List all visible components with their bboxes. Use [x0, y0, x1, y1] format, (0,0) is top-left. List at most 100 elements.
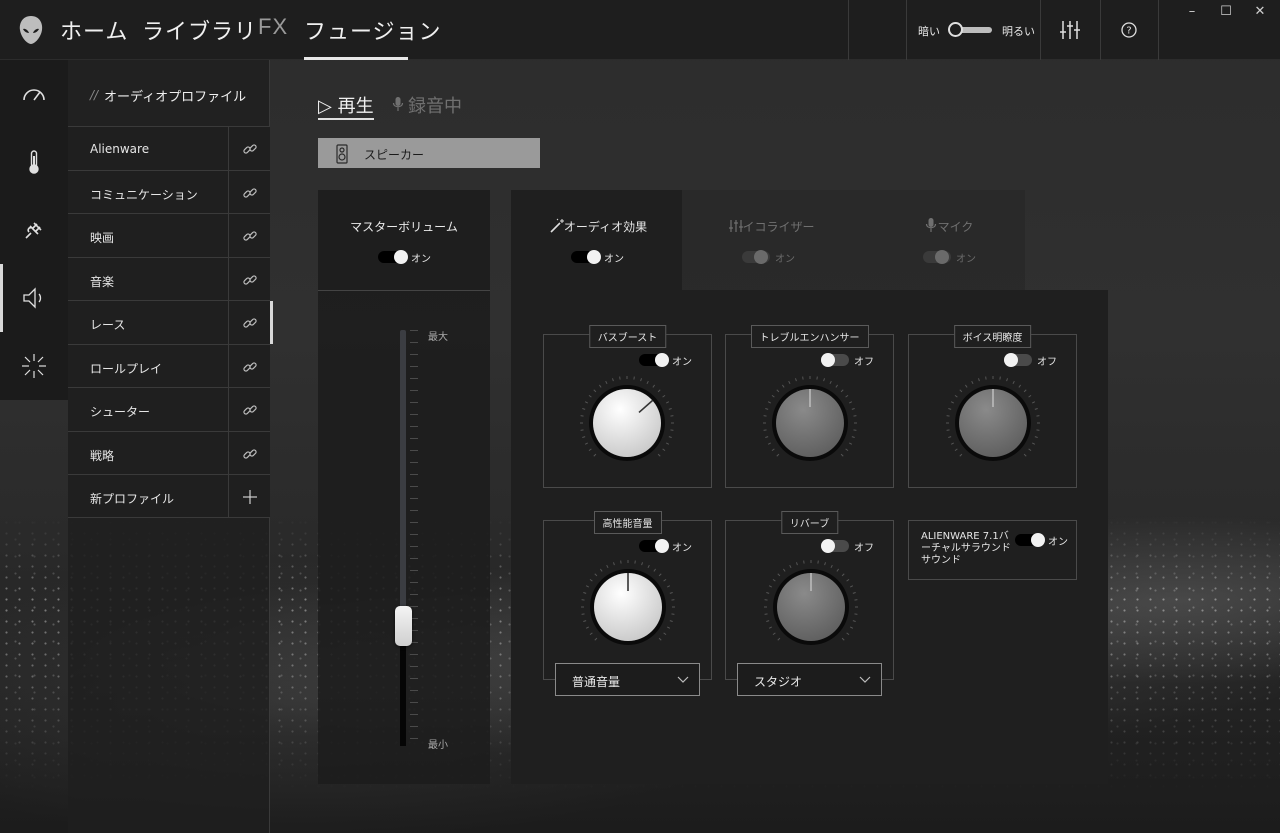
knob-tick	[669, 592, 673, 594]
equalizer-toggle[interactable]: オン	[742, 250, 802, 265]
knob-tick	[829, 380, 832, 385]
divider	[1100, 0, 1101, 60]
rail-thermal[interactable]	[0, 128, 68, 196]
close-button[interactable]: ✕	[1248, 4, 1272, 22]
treble-enhancer-toggle[interactable]: オフ	[821, 353, 881, 368]
knob-tick	[788, 380, 791, 385]
theme-toggle[interactable]	[948, 22, 992, 38]
knob-tick	[852, 620, 856, 622]
voice-clarity-knob[interactable]	[943, 373, 1043, 473]
tab-recording[interactable]: 録音中	[408, 92, 462, 118]
toggle-label: オン	[604, 254, 624, 265]
rail-power[interactable]	[0, 196, 68, 264]
rail-audio[interactable]	[0, 264, 68, 332]
knob-tick	[766, 620, 770, 622]
microphone-icon	[392, 97, 404, 111]
profile-item-new[interactable]: 新プロファイル	[68, 474, 270, 518]
profile-label: 新プロファイル	[90, 492, 175, 506]
knob-tick	[767, 442, 772, 445]
profile-list: Alienware コミュニケーション 映画 音楽 レース ロールプレイ シュー…	[68, 126, 273, 518]
link-icon	[243, 274, 257, 285]
nav-active-indicator	[304, 57, 408, 60]
knob-tick	[647, 564, 650, 569]
bass-boost-toggle[interactable]: オン	[639, 353, 699, 368]
rail-lighting[interactable]	[0, 332, 68, 400]
knob-tick	[772, 578, 776, 582]
minimize-button[interactable]: –	[1180, 4, 1204, 22]
nav-fusion[interactable]: フュージョン	[304, 14, 442, 46]
knob-tick	[777, 573, 781, 577]
mic-toggle[interactable]: オン	[923, 250, 983, 265]
knob-tick	[777, 637, 781, 641]
knob-tick	[657, 453, 661, 457]
effects-tab-strip: オーディオ効果 オン イコライザー オン マイク オン	[511, 190, 1025, 290]
nav-library[interactable]: ライブラリ	[142, 14, 257, 46]
tab-mic[interactable]: マイク オン	[853, 190, 1024, 290]
virtual-surround-label: ALIENWARE 7.1バーチャルサラウンドサウンド	[921, 531, 1011, 566]
profile-label: 映画	[90, 231, 115, 245]
master-volume-toggle[interactable]: オン	[378, 250, 438, 265]
rail-gauge[interactable]	[0, 60, 68, 128]
reverb-knob[interactable]	[761, 557, 861, 657]
tab-equalizer-label: イコライザー	[742, 220, 815, 234]
profile-item-racing[interactable]: レース	[68, 300, 273, 344]
profile-label: レース	[90, 318, 126, 332]
voice-clarity-toggle[interactable]: オフ	[1004, 353, 1064, 368]
divider	[906, 0, 907, 60]
knob-tick	[582, 408, 586, 410]
knob-tick	[663, 578, 667, 582]
add-profile-button[interactable]	[228, 475, 270, 518]
knob-tick	[1018, 384, 1022, 388]
link-button[interactable]	[228, 431, 270, 475]
maximize-button[interactable]: ☐	[1214, 4, 1238, 22]
theme-light-label: 明るい	[1002, 25, 1035, 38]
nav-fx[interactable]: FX	[258, 14, 288, 40]
reverb-dropdown[interactable]: スタジオ	[737, 663, 882, 696]
loudness-toggle[interactable]: オン	[639, 539, 699, 554]
theme-dark-label: 暗い	[918, 25, 940, 38]
link-button[interactable]	[228, 127, 270, 170]
treble-enhancer-knob[interactable]	[760, 373, 860, 473]
link-button[interactable]	[228, 170, 270, 214]
mixer-settings-icon[interactable]	[1058, 18, 1082, 42]
help-icon[interactable]: ?	[1117, 18, 1141, 42]
knob-tick	[840, 389, 844, 393]
toggle-knob	[821, 539, 835, 553]
loudness-knob[interactable]	[578, 557, 678, 657]
link-button[interactable]	[228, 257, 270, 301]
nav-home[interactable]: ホーム	[60, 14, 128, 46]
profile-item-music[interactable]: 音楽	[68, 256, 270, 301]
link-button[interactable]	[228, 344, 270, 388]
profile-item-alienware[interactable]: Alienware	[68, 126, 270, 170]
profile-item-communication[interactable]: コミュニケーション	[68, 169, 270, 214]
knob-face	[593, 389, 661, 457]
reverb-toggle[interactable]: オフ	[821, 539, 881, 554]
loudness-dropdown[interactable]: 普通音量	[555, 663, 700, 696]
profile-label: コミュニケーション	[90, 187, 198, 202]
virtual-surround-toggle[interactable]: オン	[1015, 533, 1075, 548]
tab-audio-effects-label: オーディオ効果	[563, 220, 648, 234]
tab-equalizer[interactable]: イコライザー オン	[682, 190, 853, 290]
profile-item-movie[interactable]: 映画	[68, 213, 270, 257]
knob-tick	[641, 562, 643, 566]
tab-audio-effects[interactable]: オーディオ効果 オン	[511, 190, 682, 290]
profile-item-shooter[interactable]: シューター	[68, 387, 270, 431]
audio-effects-toggle[interactable]: オン	[571, 250, 631, 265]
link-button[interactable]	[228, 388, 270, 431]
profile-item-roleplay[interactable]: ロールプレイ	[68, 343, 270, 388]
knob-tick	[954, 394, 958, 398]
device-tab-speaker[interactable]: スピーカー	[318, 138, 540, 168]
knob-tick	[845, 394, 849, 398]
link-button[interactable]	[228, 301, 270, 344]
bass-boost-knob[interactable]	[577, 373, 677, 473]
bass-boost-box: バスブースト オン	[543, 325, 712, 488]
knob-tick	[1028, 394, 1032, 398]
profile-header-title: オーディオプロファイル	[104, 90, 247, 105]
tab-playback[interactable]: ▷ 再生	[318, 92, 374, 118]
knob-tick	[652, 384, 656, 388]
link-button[interactable]	[228, 214, 270, 257]
profile-item-strategy[interactable]: 戦略	[68, 430, 270, 475]
toggle-label: オフ	[1037, 357, 1057, 368]
volume-slider-thumb[interactable]	[395, 606, 412, 646]
gauge-icon	[23, 89, 45, 101]
